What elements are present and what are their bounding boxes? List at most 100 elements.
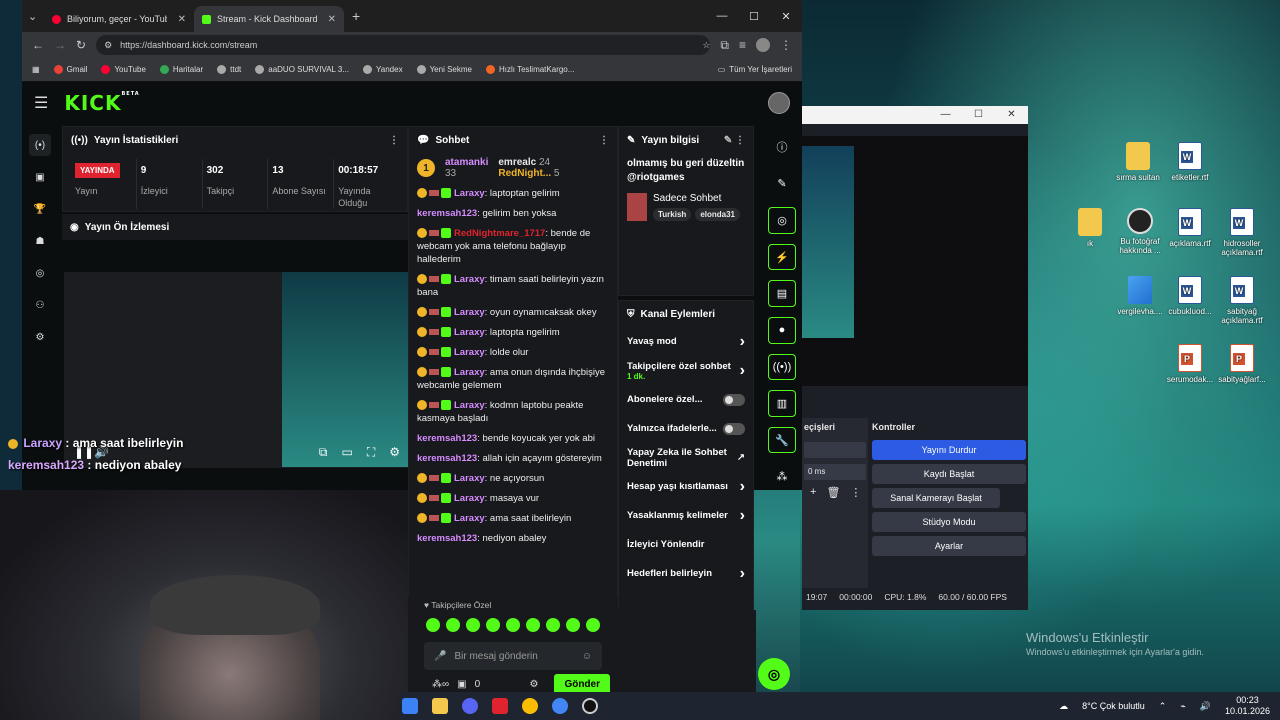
maximize-icon[interactable]: ☐ bbox=[738, 0, 770, 32]
dashboard-icon[interactable]: ▣ bbox=[29, 166, 51, 188]
channel-action-item[interactable]: Yasaklanmış kelimeler › bbox=[619, 501, 753, 530]
chat-username[interactable]: Laraxy bbox=[454, 493, 485, 504]
media-icon[interactable]: ≡ bbox=[739, 38, 746, 52]
chevron-right-icon[interactable]: › bbox=[740, 478, 745, 496]
forward-icon[interactable]: → bbox=[54, 38, 66, 52]
settings-icon[interactable]: ⚙ bbox=[389, 445, 400, 460]
emote-icon[interactable] bbox=[446, 618, 460, 632]
chat-username[interactable]: keremsah123 bbox=[417, 208, 477, 219]
trophy-icon[interactable]: 🏆 bbox=[29, 198, 51, 220]
lightning-icon[interactable]: ⚡ bbox=[768, 243, 796, 271]
chat-icon[interactable]: ● bbox=[768, 316, 796, 344]
fullscreen-icon[interactable]: ⛶ bbox=[367, 445, 375, 460]
add-icon[interactable]: + bbox=[810, 486, 816, 499]
channel-action-item[interactable]: Yavaş mod › bbox=[619, 327, 753, 356]
channel-action-item[interactable]: Hedefleri belirleyin › bbox=[619, 559, 753, 588]
network-icon[interactable]: ⌁ bbox=[1180, 701, 1185, 712]
duration-field[interactable]: 0 ms bbox=[804, 464, 866, 480]
maximize-icon[interactable]: ☐ bbox=[962, 106, 995, 124]
settings-button[interactable]: Ayarlar bbox=[872, 536, 1026, 556]
url-field[interactable]: ⚙ https://dashboard.kick.com/stream ☆ bbox=[96, 35, 711, 55]
chevron-right-icon[interactable]: › bbox=[740, 333, 745, 351]
chat-username[interactable]: keremsah123 bbox=[417, 453, 477, 464]
profile-avatar[interactable] bbox=[756, 38, 770, 52]
chat-username[interactable]: Laraxy bbox=[454, 473, 485, 484]
all-bookmarks[interactable]: ▭ Tüm Yer İşaretleri bbox=[718, 65, 792, 74]
virtual-camera-button[interactable]: Sanal Kamerayı Başlat bbox=[872, 488, 1000, 508]
desktop-icon[interactable]: sırma suitan bbox=[1108, 142, 1168, 182]
close-icon[interactable]: ✕ bbox=[995, 106, 1028, 124]
channel-action-item[interactable]: İzleyici Yönlendir bbox=[619, 530, 753, 559]
chat-settings-icon[interactable]: ⚙ bbox=[529, 679, 538, 690]
toggle-switch[interactable] bbox=[723, 422, 745, 435]
more-icon[interactable]: ⋮ bbox=[599, 135, 609, 146]
camera-icon[interactable]: ◎ bbox=[29, 262, 51, 284]
clock[interactable]: 00:23 10.01.2026 bbox=[1225, 695, 1270, 717]
chat-input[interactable]: 🎤 Bir mesaj gönderin ☺ bbox=[424, 642, 602, 670]
emoji-icon[interactable]: ☺ bbox=[582, 651, 592, 662]
desktop-icon[interactable]: sabityağ açıklama.rtf bbox=[1212, 276, 1272, 325]
channel-action-item[interactable]: Abonelere özel... bbox=[619, 385, 753, 414]
desktop-icon[interactable]: serumodak... bbox=[1160, 344, 1220, 384]
settings-icon[interactable]: ⚙ bbox=[29, 326, 51, 348]
close-tab-icon[interactable]: ✕ bbox=[178, 14, 186, 25]
desktop-icon[interactable]: sabityağlarf... bbox=[1212, 344, 1272, 384]
channel-action-item[interactable]: Yapay Zeka ile Sohbet Denetimi ↗ bbox=[619, 443, 753, 472]
stop-stream-button[interactable]: Yayını Durdur bbox=[872, 440, 1026, 460]
stream-icon[interactable]: (•) bbox=[29, 134, 51, 156]
more-icon[interactable]: ⋮ bbox=[389, 135, 399, 146]
channel-action-item[interactable]: Takipçilere özel sohbet 1 dk. › bbox=[619, 356, 753, 385]
chat-username[interactable]: Laraxy bbox=[454, 307, 485, 318]
user-avatar[interactable] bbox=[768, 92, 790, 114]
trash-icon[interactable]: 🗑 bbox=[826, 486, 840, 499]
back-icon[interactable]: ← bbox=[32, 38, 44, 52]
theater-icon[interactable]: ▭ bbox=[341, 445, 352, 460]
chat-username[interactable]: Laraxy bbox=[454, 513, 485, 524]
start-recording-button[interactable]: Kaydı Başlat bbox=[872, 464, 1026, 484]
chat-username[interactable]: Laraxy bbox=[454, 367, 485, 378]
obs-icon[interactable] bbox=[582, 698, 598, 714]
minimize-icon[interactable]: — bbox=[706, 0, 738, 32]
more-icon[interactable]: ⋮ bbox=[850, 486, 861, 499]
desktop-icon[interactable]: etiketler.rtf bbox=[1160, 142, 1220, 182]
apps-icon[interactable]: ▦ bbox=[32, 65, 40, 74]
camera-icon[interactable]: ◎ bbox=[768, 207, 796, 234]
tab-kick-dashboard[interactable]: Stream - Kick Dashboard ✕ bbox=[194, 6, 344, 32]
tab-youtube[interactable]: Biliyorum, geçer - YouTube ✕ bbox=[44, 6, 194, 32]
valorant-icon[interactable] bbox=[492, 698, 508, 714]
apps-icon[interactable]: ⁂ bbox=[768, 463, 796, 490]
tray-arrow-icon[interactable]: ⌃ bbox=[1159, 701, 1167, 712]
weather-text[interactable]: 8°C Çok bulutlu bbox=[1082, 701, 1145, 711]
bookmark-aaduo[interactable]: aaDUO SURVIVAL 3... bbox=[255, 65, 349, 74]
layout-icon[interactable]: ▥ bbox=[768, 390, 796, 417]
chat-username[interactable]: Laraxy bbox=[454, 347, 485, 358]
pip-icon[interactable]: ⧉ bbox=[319, 445, 328, 460]
volume-icon[interactable]: 🔊 bbox=[1200, 701, 1211, 712]
edit-icon[interactable]: ✎ bbox=[768, 171, 796, 198]
gifts-icon[interactable]: ⁂∞ bbox=[432, 679, 449, 690]
community-icon[interactable]: ☗ bbox=[29, 230, 51, 252]
extensions-icon[interactable]: ⧉ bbox=[720, 38, 729, 53]
new-tab-icon[interactable]: + bbox=[352, 8, 360, 24]
broadcast-icon[interactable]: ((•)) bbox=[768, 353, 796, 381]
chat-username[interactable]: RedNightmare_1717 bbox=[454, 228, 545, 239]
toggle-switch[interactable] bbox=[723, 393, 745, 406]
external-link-icon[interactable]: ↗ bbox=[737, 452, 745, 463]
chat-username[interactable]: keremsah123 bbox=[417, 533, 477, 544]
bookmark-gmail[interactable]: Gmail bbox=[53, 65, 87, 74]
close-tab-icon[interactable]: ✕ bbox=[328, 14, 336, 25]
site-info-icon[interactable]: ⚙ bbox=[104, 40, 112, 51]
mic-icon[interactable]: 🎤 bbox=[434, 651, 446, 662]
bookmark-yandex[interactable]: Yandex bbox=[363, 65, 403, 74]
bookmark-maps[interactable]: Haritalar bbox=[159, 65, 203, 74]
info-icon[interactable]: ⓘ bbox=[768, 134, 796, 161]
discord-icon[interactable] bbox=[462, 698, 478, 714]
emote-icon[interactable] bbox=[526, 618, 540, 632]
menu-icon[interactable]: ⋮ bbox=[780, 38, 792, 52]
emote-icon[interactable] bbox=[506, 618, 520, 632]
chevron-right-icon[interactable]: › bbox=[740, 362, 745, 380]
wrench-icon[interactable]: 🔧 bbox=[768, 426, 796, 454]
studio-mode-button[interactable]: Stüdyo Modu bbox=[872, 512, 1026, 532]
category-name[interactable]: Sadece Sohbet bbox=[653, 193, 740, 204]
tab-search-icon[interactable]: ⌄ bbox=[28, 10, 44, 23]
